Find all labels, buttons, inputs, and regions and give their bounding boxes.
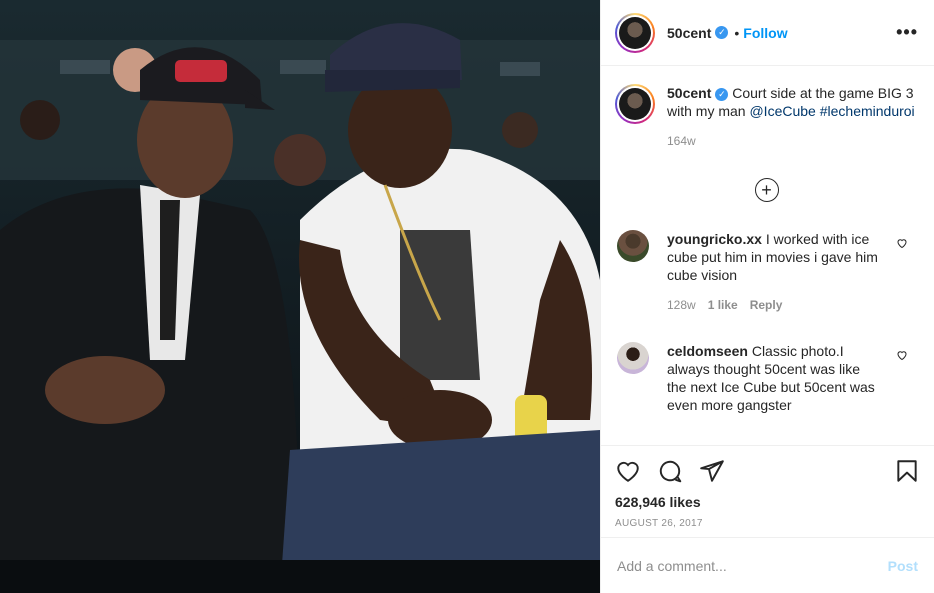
- post-container: 50cent ✓ • Follow ••• 50cent ✓ Court side…: [0, 0, 934, 593]
- more-icon[interactable]: •••: [896, 22, 918, 43]
- verified-icon: ✓: [715, 87, 729, 101]
- post-caption: 50cent ✓ Court side at the game BIG 3 wit…: [615, 84, 918, 148]
- load-more-comments: +: [615, 178, 918, 202]
- post-comment-button[interactable]: Post: [888, 558, 918, 574]
- comment-text-block: youngricko.xx I worked with ice cube put…: [667, 230, 883, 284]
- post-date[interactable]: AUGUST 26, 2017: [615, 518, 920, 529]
- comment-like-heart-icon[interactable]: [896, 236, 908, 252]
- caption-time[interactable]: 164w: [667, 134, 918, 148]
- comment-icon[interactable]: [657, 458, 683, 484]
- post-sidebar: 50cent ✓ • Follow ••• 50cent ✓ Court side…: [600, 0, 934, 593]
- post-header: 50cent ✓ • Follow •••: [601, 0, 934, 66]
- heart-icon[interactable]: [615, 458, 641, 484]
- caption-text-block: 50cent ✓ Court side at the game BIG 3 wit…: [667, 84, 918, 120]
- comment-item: celdomseen Classic photo.I always though…: [615, 342, 918, 414]
- verified-icon: ✓: [715, 26, 729, 39]
- commenter-avatar[interactable]: [617, 342, 649, 374]
- comment-time[interactable]: 128w: [667, 298, 696, 312]
- share-icon[interactable]: [699, 458, 725, 484]
- reply-button[interactable]: Reply: [750, 298, 783, 312]
- caption-username[interactable]: 50cent: [667, 85, 711, 101]
- comment-like-heart-icon[interactable]: [896, 348, 908, 364]
- commenter-avatar[interactable]: [617, 230, 649, 262]
- comments-section[interactable]: 50cent ✓ Court side at the game BIG 3 wit…: [601, 66, 934, 445]
- post-photo[interactable]: [0, 0, 600, 593]
- caption-body: 50cent ✓ Court side at the game BIG 3 wit…: [667, 84, 918, 148]
- action-icons: [615, 456, 920, 486]
- comment-body: youngricko.xx I worked with ice cube put…: [667, 230, 883, 312]
- plus-circle-icon[interactable]: +: [754, 178, 779, 202]
- caption-avatar[interactable]: [615, 84, 655, 124]
- comment-username[interactable]: youngricko.xx: [667, 231, 762, 247]
- photo-illustration: [0, 0, 600, 593]
- follow-button[interactable]: Follow: [743, 25, 787, 41]
- add-comment-bar: Post: [601, 537, 934, 593]
- comment-item: youngricko.xx I worked with ice cube put…: [615, 230, 918, 312]
- author-avatar[interactable]: [615, 12, 655, 53]
- post-actions: 628,946 likes AUGUST 26, 2017: [601, 445, 934, 537]
- caption-hashtag-link[interactable]: #lecheminduroi: [820, 103, 915, 119]
- avatar-image: [619, 88, 651, 120]
- comment-likes[interactable]: 1 like: [708, 298, 738, 312]
- comment-body: celdomseen Classic photo.I always though…: [667, 342, 883, 414]
- avatar-image: [619, 16, 651, 49]
- bookmark-icon[interactable]: [894, 458, 920, 484]
- likes-count[interactable]: 628,946 likes: [615, 494, 920, 510]
- comment-meta: 128w 1 like Reply: [667, 298, 883, 312]
- caption-mention-link[interactable]: @IceCube: [749, 103, 815, 119]
- comment-username[interactable]: celdomseen: [667, 343, 748, 359]
- comment-text-block: celdomseen Classic photo.I always though…: [667, 342, 883, 414]
- avatar-inner: [617, 86, 653, 122]
- comment-input[interactable]: [617, 557, 888, 574]
- avatar-inner: [617, 14, 653, 51]
- author-username[interactable]: 50cent: [667, 25, 711, 41]
- separator-dot: •: [734, 24, 740, 41]
